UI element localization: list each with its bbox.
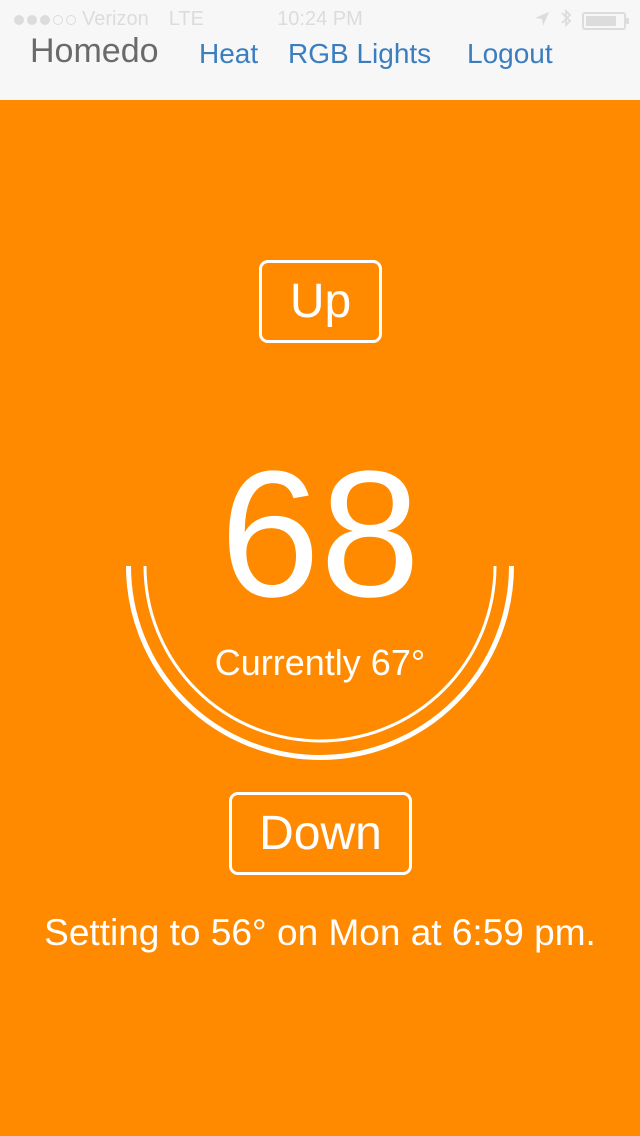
schedule-status-text: Setting to 56° on Mon at 6:59 pm. [44, 912, 596, 953]
up-button[interactable]: Up [259, 260, 382, 343]
nav-link-logout[interactable]: Logout [467, 38, 553, 70]
nav-bar: Homedo Heat RGB Lights Logout [0, 30, 640, 80]
setpoint-temperature: 68 [219, 434, 421, 635]
nav-link-rgb-lights[interactable]: RGB Lights [288, 38, 431, 70]
battery-icon [582, 12, 629, 30]
current-temperature: Currently 67° [214, 642, 426, 683]
brand-logo[interactable]: Homedo [30, 32, 159, 71]
nav-link-heat[interactable]: Heat [199, 38, 258, 70]
down-button[interactable]: Down [229, 792, 412, 875]
top-bar: Verizon LTE 10:24 PM Homedo Heat RGB Lig… [0, 0, 640, 100]
